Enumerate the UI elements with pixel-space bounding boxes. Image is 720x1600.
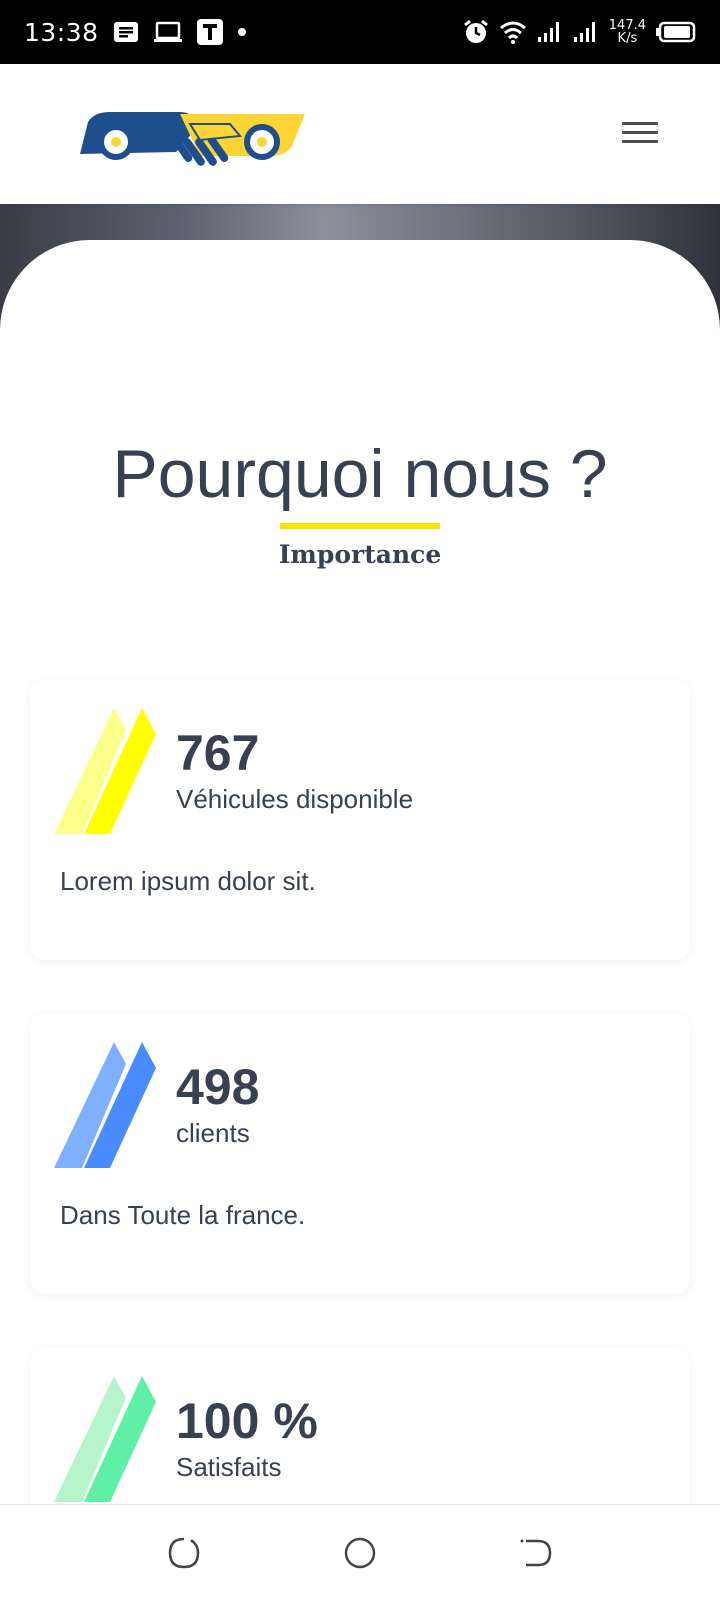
parallelogram-icon [54,1042,156,1168]
title-underline [280,523,440,529]
alarm-icon [463,19,488,43]
stat-label: clients [176,1118,250,1148]
menu-line [622,140,658,143]
menu-line [622,122,658,125]
recent-apps-icon[interactable] [164,1533,204,1573]
stat-label: Satisfaits [176,1452,282,1482]
parallelogram-icon [54,708,156,834]
message-icon [113,22,138,42]
stat-value: 100 % [176,1393,318,1449]
site-header [0,64,720,204]
net-speed: 147.4 K/s [609,19,646,45]
net-speed-unit: K/s [617,31,638,46]
signal-icon [537,22,559,42]
section-title: Pourquoi nous ? [112,436,608,512]
status-time: 13:38 [24,17,99,47]
stat-description: Dans Toute la france. [60,1200,306,1230]
status-bar: 13:38 147.4 K/s [0,0,720,64]
handshake-car-logo[interactable] [80,94,310,174]
system-nav-bar [0,1504,720,1600]
signal-icon [573,22,595,42]
stat-value: 498 [176,1059,260,1115]
laptop-icon [153,21,182,42]
battery-icon [656,21,696,43]
home-icon[interactable] [340,1533,380,1573]
t-app-icon [196,19,223,45]
stat-card-vehicles: 767 Véhicules disponible Lorem ipsum dol… [30,680,690,960]
stat-value: 767 [176,725,260,781]
stat-card-clients: 498 clients Dans Toute la france. [30,1014,690,1294]
why-us-section: Pourquoi nous ? Importance 767 Véhicules… [0,240,720,1600]
parallelogram-icon [54,1376,156,1502]
back-icon[interactable] [516,1533,556,1573]
dot-icon [237,28,246,36]
section-subtitle: Importance [278,540,442,569]
stat-label: Véhicules disponible [176,784,414,814]
hamburger-menu-icon[interactable] [620,116,660,150]
wifi-icon [499,21,526,44]
stat-description: Lorem ipsum dolor sit. [60,866,316,896]
menu-line [622,131,658,134]
